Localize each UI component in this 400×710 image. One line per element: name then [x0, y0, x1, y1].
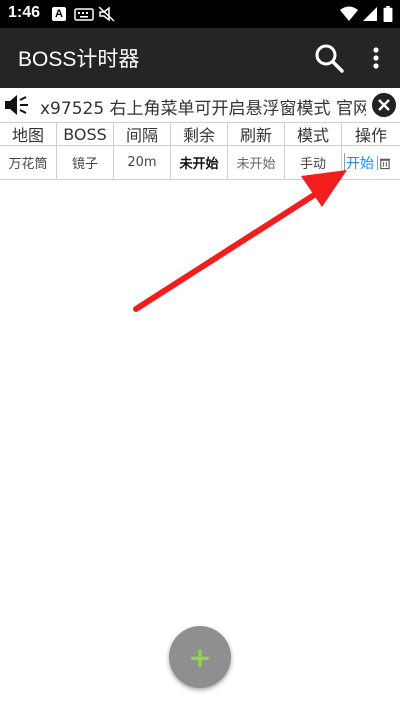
- wifi-icon: [340, 6, 358, 21]
- header-mode: 模式: [285, 123, 342, 145]
- cell-remaining: 未开始: [171, 146, 228, 179]
- cell-refresh: 未开始: [228, 146, 285, 179]
- header-map: 地图: [0, 123, 57, 145]
- app-title: BOSS计时器: [18, 48, 140, 71]
- cell-actions: 开始: [342, 146, 400, 179]
- header-boss: BOSS: [57, 123, 114, 145]
- add-icon: +: [188, 640, 212, 674]
- close-icon[interactable]: [372, 93, 396, 117]
- a-notification-icon: A: [52, 7, 66, 21]
- cell-map: 万花筒: [0, 146, 57, 179]
- signal-icon: [363, 7, 377, 21]
- notice-text: x97525 右上角菜单可开启悬浮窗模式 官网: [40, 99, 366, 119]
- header-interval: 间隔: [114, 123, 171, 145]
- cell-interval: 20m: [114, 146, 171, 179]
- header-actions: 操作: [354, 126, 387, 145]
- sound-muted-icon: [98, 6, 115, 22]
- speaker-icon: [5, 95, 28, 115]
- header-remaining: 剩余: [171, 123, 228, 145]
- keyboard-icon: [74, 8, 94, 21]
- add-boss-button[interactable]: +: [169, 626, 231, 688]
- trash-icon[interactable]: [377, 155, 391, 170]
- start-button[interactable]: 开始: [344, 152, 374, 173]
- status-bar: 1:46 A: [0, 0, 400, 28]
- table-header: 地图 BOSS 间隔 剩余 刷新 模式 操作: [0, 122, 400, 146]
- battery-icon: [383, 6, 393, 22]
- app-bar: BOSS计时器: [0, 28, 400, 88]
- boss-table: 地图 BOSS 间隔 剩余 刷新 模式 操作 万花筒 镜子 20m 未开始 未开…: [0, 122, 400, 180]
- search-icon[interactable]: [313, 42, 345, 74]
- more-vert-icon[interactable]: [362, 42, 390, 74]
- cell-mode[interactable]: 手动: [285, 146, 342, 179]
- header-refresh: 刷新: [228, 123, 285, 145]
- cell-boss: 镜子: [57, 146, 114, 179]
- notice-bar: x97525 右上角菜单可开启悬浮窗模式 官网: [0, 88, 400, 122]
- status-time: 1:46: [8, 4, 41, 21]
- table-row[interactable]: 万花筒 镜子 20m 未开始 未开始 手动 开始: [0, 146, 400, 180]
